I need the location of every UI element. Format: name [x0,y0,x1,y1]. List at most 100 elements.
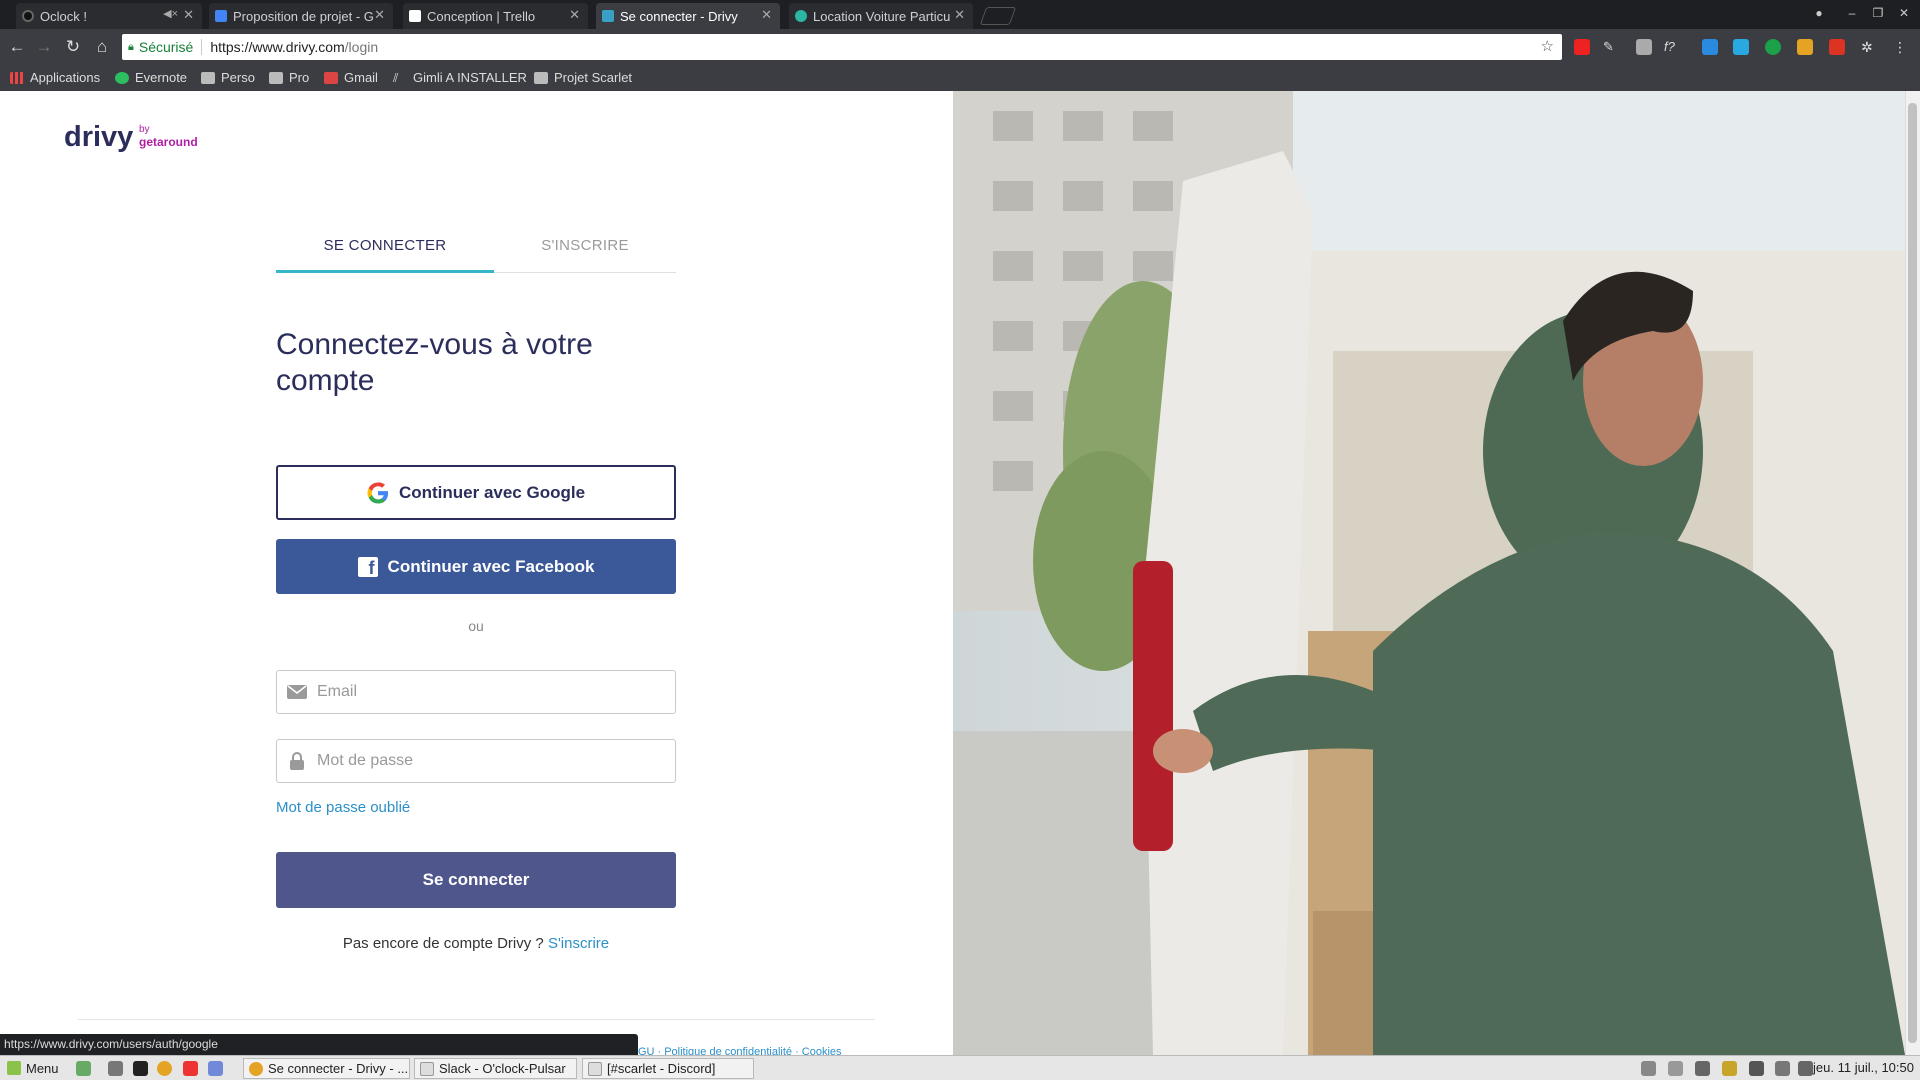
menu-label: Menu [26,1061,59,1076]
drivy-logo[interactable]: drivy by getaround [64,121,198,154]
bookmark-gimli[interactable]: ⫽ Gimli A INSTALLER [393,70,527,85]
volume-icon[interactable] [1775,1061,1790,1076]
tab-location-voiture[interactable]: Location Voiture Particu ✕ [789,3,973,29]
close-tab-icon[interactable]: ✕ [954,7,965,23]
folder-icon [534,71,548,84]
slack-launcher-icon[interactable] [183,1061,198,1076]
browser-toolbar: ← → ↻ ⌂ 🔒︎ Sécurisé https://www.drivy.co… [0,29,1920,65]
youtube-extension-icon[interactable] [1574,39,1590,55]
bookmark-projet-scarlet[interactable]: Projet Scarlet [534,70,632,85]
muted-speaker-icon[interactable]: ◀× [163,7,178,20]
discord-launcher-icon[interactable] [208,1061,223,1076]
drivy-login-page: drivy by getaround SE CONNECTER S'INSCRI… [0,91,1920,1055]
network-icon[interactable] [1798,1061,1813,1076]
tab-trello[interactable]: Conception | Trello ✕ [403,3,588,29]
show-desktop-icon[interactable] [76,1061,91,1076]
extension-colorful-icon[interactable] [1797,39,1813,55]
bookmark-label: Perso [221,70,255,85]
scrollbar-thumb[interactable] [1908,103,1917,1043]
email-input[interactable] [317,683,657,701]
pencil-extension-icon[interactable]: ✎ [1603,39,1619,55]
lock-icon: 🔒︎ [128,40,134,53]
discord-tray-icon[interactable] [1641,1061,1656,1076]
evernote-icon [115,71,129,84]
tab-oclock[interactable]: Oclock ! ◀× ✕ [16,3,202,29]
chrome-menu-icon[interactable]: ⋮ [1893,39,1909,55]
footer-divider [78,1019,875,1020]
close-tab-icon[interactable]: ✕ [374,7,385,23]
task-label: Se connecter - Drivy - ... [268,1061,409,1076]
evernote-extension-icon[interactable] [1765,39,1781,55]
close-window-icon[interactable]: ✕ [1895,4,1913,22]
status-url-bubble: https://www.drivy.com/users/auth/google [0,1034,638,1055]
terminal-icon[interactable] [133,1061,148,1076]
pen-tray-icon[interactable] [1749,1061,1764,1076]
extension-red-icon[interactable] [1829,39,1845,55]
signup-link[interactable]: S'inscrire [548,935,609,952]
font-extension-icon[interactable]: f? [1664,39,1680,55]
home-icon[interactable]: ⌂ [91,36,113,58]
settings-tray-icon[interactable] [1668,1061,1683,1076]
new-tab-button[interactable] [979,7,1017,25]
reload-icon[interactable]: ↻ [62,36,84,58]
email-field[interactable] [276,670,676,714]
close-tab-icon[interactable]: ✕ [761,7,772,23]
facebook-button-label: Continuer avec Facebook [387,556,595,576]
continue-with-facebook-button[interactable]: f Continuer avec Facebook [276,539,676,594]
task-chrome-drivy[interactable]: Se connecter - Drivy - ... [243,1058,410,1079]
password-input[interactable] [317,752,657,770]
tab-title: Oclock ! [40,8,87,24]
bookmark-label: Gimli A INSTALLER [413,70,527,85]
extension-blue-icon[interactable] [1702,39,1718,55]
task-label: [#scarlet - Discord] [607,1061,716,1076]
keyboard-tray-icon[interactable] [1722,1061,1737,1076]
task-label: Slack - O'clock-Pulsar [439,1061,566,1076]
logo-by: by [139,124,150,135]
no-account-text: Pas encore de compte Drivy ? [342,935,544,952]
bookmark-applications[interactable]: Applications [10,70,100,85]
forward-icon[interactable]: → [33,36,55,58]
password-field[interactable] [276,739,676,783]
logo-text: drivy [64,121,134,153]
footer-links[interactable]: CGU · Politique de confidentialité · Coo… [630,1046,842,1055]
google-g-icon [367,481,389,504]
bookmark-star-icon[interactable]: ☆ [1541,37,1554,55]
camera-extension-icon[interactable] [1636,39,1652,55]
files-icon[interactable] [108,1061,123,1076]
bookmark-gmail[interactable]: Gmail [324,70,378,85]
bookmark-perso[interactable]: Perso [201,70,255,85]
extension-cyan-icon[interactable] [1733,39,1749,55]
back-icon[interactable]: ← [6,36,28,58]
gmail-icon [324,71,338,84]
page-scrollbar[interactable] [1905,91,1920,1055]
tab-proposition[interactable]: Proposition de projet - G ✕ [209,3,393,29]
close-tab-icon[interactable]: ✕ [569,7,580,23]
minimize-icon[interactable]: – [1843,4,1861,22]
restore-icon[interactable]: ❐ [1869,4,1887,22]
apps-grid-icon [10,71,24,84]
profile-icon[interactable]: ● [1810,4,1828,22]
hero-photo-illustration [953,91,1905,1055]
se-connecter-button[interactable]: Se connecter [276,852,676,908]
window-icon [588,1062,602,1076]
forgot-password-link[interactable]: Mot de passe oublié [276,799,410,816]
task-slack[interactable]: Slack - O'clock-Pulsar [414,1058,577,1079]
or-separator: ou [468,618,484,634]
chrome-launcher-icon[interactable] [157,1061,172,1076]
tools-tray-icon[interactable] [1695,1061,1710,1076]
continue-with-google-button[interactable]: Continuer avec Google [276,465,676,520]
task-discord[interactable]: [#scarlet - Discord] [582,1058,754,1079]
tab-drivy[interactable]: Se connecter - Drivy ✕ [596,3,780,29]
start-menu-button[interactable]: Menu [2,1058,70,1079]
signup-prompt: Pas encore de compte Drivy ? S'inscrire [276,935,676,952]
settings-extension-icon[interactable]: ✲ [1861,39,1877,55]
bookmark-label: Evernote [135,70,188,85]
close-tab-icon[interactable]: ✕ [183,7,194,23]
address-bar[interactable]: 🔒︎ Sécurisé https://www.drivy.com/login … [122,34,1562,60]
slash-icon: ⫽ [393,70,399,85]
tab-s-inscrire[interactable]: S'INSCRIRE [494,231,676,273]
bookmark-pro[interactable]: Pro [269,70,309,85]
clock[interactable]: jeu. 11 juil., 10:50 [1813,1060,1914,1075]
tab-se-connecter[interactable]: SE CONNECTER [276,231,494,273]
bookmark-evernote[interactable]: Evernote [115,70,187,85]
